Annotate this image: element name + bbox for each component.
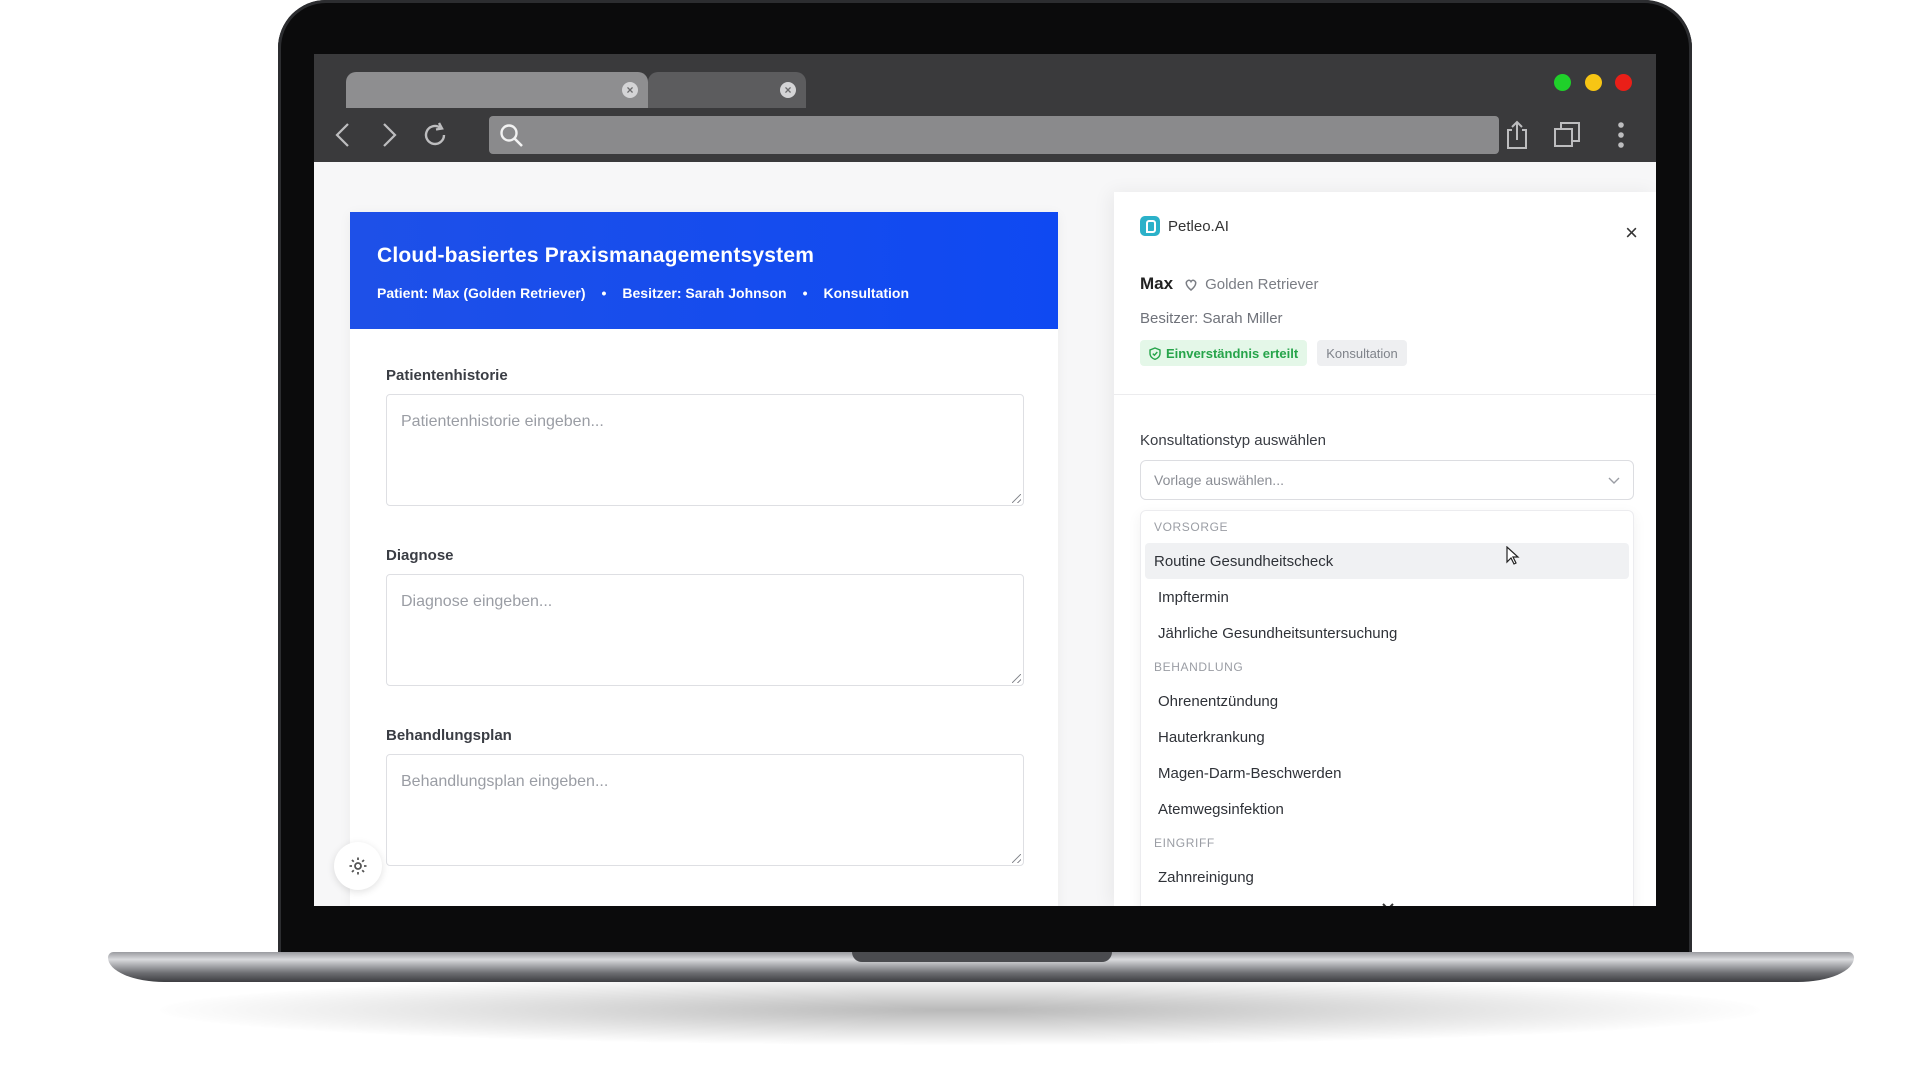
resize-handle-icon[interactable] [1012,494,1021,503]
browser-tab-1[interactable]: × [346,72,648,108]
placeholder: Diagnose eingeben... [401,593,553,610]
dropdown-option[interactable]: Zahnreinigung [1145,859,1629,895]
close-panel-button[interactable]: × [1625,222,1638,244]
forward-button[interactable] [370,114,408,156]
reload-button[interactable] [416,114,454,156]
dropdown-option[interactable]: Ohrenentzündung [1145,683,1629,719]
dropdown-option[interactable]: Hauterkrankung [1145,719,1629,755]
pet-name: Max [1140,274,1174,293]
brand-name: Petleo.AI [1168,217,1229,235]
field-label: Behandlungsplan [386,727,512,744]
dropdown-option[interactable]: Atemwegsinfektion [1145,791,1629,827]
scroll-down-icon[interactable] [1381,901,1395,906]
window-maximize-button[interactable] [1554,74,1571,91]
consultation-form: Cloud-basiertes Praxismanagementsystem P… [350,212,1058,906]
reload-icon [424,122,446,146]
status-badges: Einverständnis erteilt Konsultation [1140,340,1417,366]
consent-badge: Einverständnis erteilt [1140,340,1308,366]
more-menu-button[interactable] [1602,114,1640,156]
brand: Petleo.AI [1140,216,1229,236]
gear-icon [349,857,367,875]
field-label: Patientenhistorie [386,367,508,384]
header-patient: Patient: Max (Golden Retriever) [377,285,586,301]
template-select[interactable]: Vorlage auswählen... [1140,460,1634,500]
template-dropdown-list: VORSORGE Routine Gesundheitscheck Impfte… [1140,510,1634,906]
tab-close-icon[interactable]: × [780,82,796,98]
meta-separator: • [802,285,808,301]
field-treatment-plan: Behandlungsplan Behandlungsplan eingeben… [386,727,1024,866]
field-diagnosis: Diagnose Diagnose eingeben... [386,547,1024,686]
field-patient-history: Patientenhistorie Patientenhistorie eing… [386,367,1024,506]
resize-handle-icon[interactable] [1012,854,1021,863]
chevron-down-icon [1608,477,1620,484]
meta-separator: • [601,285,607,301]
form-header: Cloud-basiertes Praxismanagementsystem P… [350,212,1058,329]
dropdown-option[interactable]: Routine Gesundheitscheck [1145,543,1629,579]
resize-handle-icon[interactable] [1012,674,1021,683]
divider [1114,394,1656,395]
treatment-plan-textarea[interactable]: Behandlungsplan eingeben... [386,754,1024,866]
dropdown-option[interactable]: Jährliche Gesundheitsuntersuchung [1145,615,1629,651]
select-placeholder: Vorlage auswählen... [1154,472,1284,488]
mouse-cursor-icon [1506,546,1520,565]
pet-breed: Golden Retriever [1205,275,1319,293]
placeholder: Patientenhistorie eingeben... [401,413,604,430]
header-consult-type: Konsultation [823,285,910,301]
dropdown-group-heading: BEHANDLUNG [1154,660,1244,674]
copy-icon [1554,122,1580,147]
share-button[interactable] [1498,114,1536,156]
consultation-type-badge: Konsultation [1317,340,1407,366]
page-content: Cloud-basiertes Praxismanagementsystem P… [314,162,1656,906]
brand-logo-icon [1140,216,1160,236]
address-bar[interactable] [489,116,1499,154]
owner-name: Besitzer: Sarah Miller [1140,310,1283,327]
back-button[interactable] [324,114,362,156]
search-icon [500,124,523,147]
dropdown-option[interactable]: Impftermin [1145,579,1629,615]
laptop-shadow [160,975,1760,1045]
assistant-panel: Petleo.AI × Max Golden Retriever Besitze… [1114,192,1656,906]
select-label: Konsultationstyp auswählen [1140,432,1326,449]
page-title: Cloud-basiertes Praxismanagementsystem [377,244,815,267]
dropdown-group-heading: EINGRIFF [1154,836,1215,850]
share-icon [1507,120,1527,149]
header-owner: Besitzer: Sarah Johnson [622,285,787,301]
chevron-left-icon [335,123,349,147]
pet-info: Max Golden Retriever [1140,274,1318,294]
diagnosis-textarea[interactable]: Diagnose eingeben... [386,574,1024,686]
patient-history-textarea[interactable]: Patientenhistorie eingeben... [386,394,1024,506]
browser-tab-2[interactable]: × [648,72,806,108]
laptop-notch [852,952,1112,962]
browser-chrome: × × [314,54,1656,162]
shield-check-icon [1149,346,1161,360]
laptop-screen: × × Cloud-basiertes Praxismanagementsyst… [314,54,1656,906]
header-meta: Patient: Max (Golden Retriever) • Besitz… [377,285,1058,301]
settings-button[interactable] [334,842,382,890]
tab-close-icon[interactable]: × [622,82,638,98]
field-label: Diagnose [386,547,454,564]
window-minimize-button[interactable] [1585,74,1602,91]
placeholder: Behandlungsplan eingeben... [401,773,609,790]
chevron-right-icon [383,123,397,147]
consent-badge-label: Einverständnis erteilt [1166,345,1299,361]
more-vertical-icon [1618,122,1624,148]
dropdown-group-heading: VORSORGE [1154,520,1229,534]
tabs-overview-button[interactable] [1548,114,1586,156]
window-close-button[interactable] [1615,74,1632,91]
dropdown-option[interactable]: Magen-Darm-Beschwerden [1145,755,1629,791]
paw-icon [1185,279,1197,291]
